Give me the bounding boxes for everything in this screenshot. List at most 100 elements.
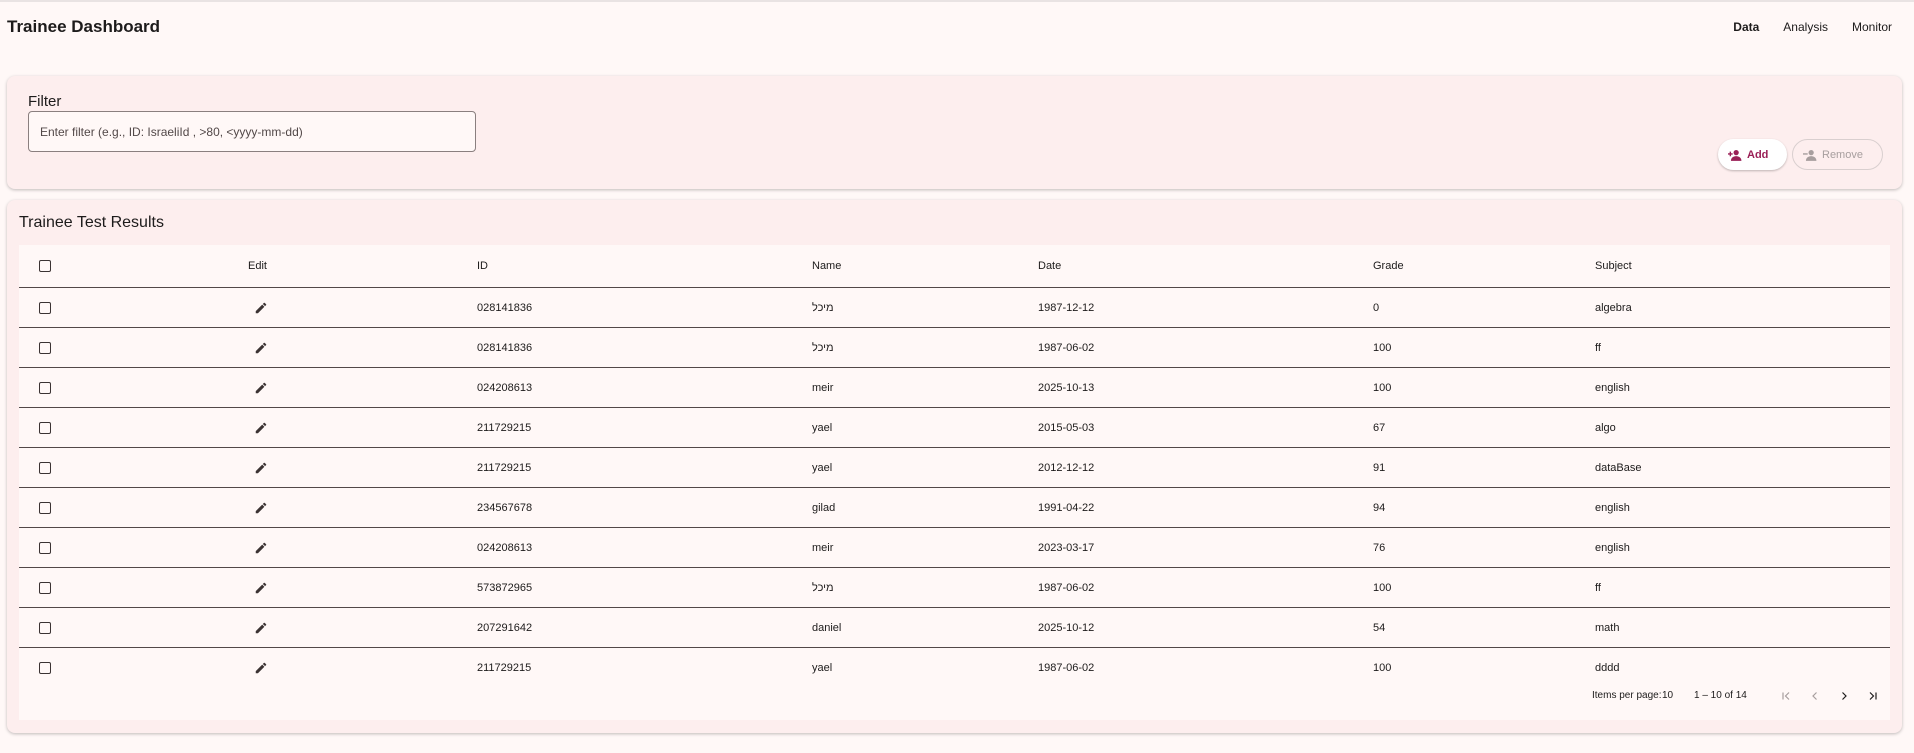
cell-name: yael <box>812 461 833 474</box>
cell-name: meir <box>812 381 834 394</box>
main-nav: Data Analysis Monitor <box>1723 12 1902 42</box>
cell-grade: 100 <box>1373 381 1392 394</box>
row-checkbox[interactable] <box>39 541 51 554</box>
person-add-icon <box>1728 149 1742 161</box>
column-header-name[interactable]: Name <box>812 245 1038 288</box>
table-row[interactable]: 024208613 meir 2023-03-17 76 english <box>19 527 1890 568</box>
edit-icon[interactable] <box>254 461 268 475</box>
row-checkbox[interactable] <box>39 501 51 514</box>
cell-subject: algo <box>1595 421 1616 434</box>
row-edit-cell <box>248 288 477 328</box>
cell-date: 1991-04-22 <box>1038 501 1095 514</box>
cell-grade: 0 <box>1373 301 1380 314</box>
add-button[interactable]: Add <box>1718 139 1787 170</box>
cell-id: 211729215 <box>477 421 532 434</box>
table-row[interactable]: 028141836 מיכל 1987-12-12 0 algebra <box>19 287 1890 328</box>
row-checkbox[interactable] <box>39 341 51 354</box>
row-checkbox[interactable] <box>39 381 51 394</box>
column-header-grade[interactable]: Grade <box>1373 245 1595 288</box>
row-edit-cell <box>248 488 477 528</box>
last-page-button[interactable] <box>1864 687 1882 705</box>
column-header-id[interactable]: ID <box>477 245 812 288</box>
cell-name: meir <box>812 541 834 554</box>
row-edit-cell <box>248 528 477 568</box>
remove-button[interactable]: Remove <box>1792 139 1883 170</box>
cell-id: 573872965 <box>477 581 533 594</box>
table-row[interactable]: 024208613 meir 2025-10-13 100 english <box>19 367 1890 408</box>
cell-id: 028141836 <box>477 341 533 354</box>
items-per-page-select[interactable]: 10 <box>1662 690 1673 701</box>
previous-page-button[interactable] <box>1806 687 1824 705</box>
cell-subject: english <box>1595 381 1630 394</box>
cell-date: 2025-10-12 <box>1038 621 1095 634</box>
table-row[interactable]: 573872965 מיכל 1987-06-02 100 ff <box>19 567 1890 608</box>
row-select-cell <box>19 288 248 328</box>
app-title: Trainee Dashboard <box>7 17 161 36</box>
next-page-button[interactable] <box>1835 687 1853 705</box>
column-header-subject[interactable]: Subject <box>1595 245 1890 288</box>
edit-icon[interactable] <box>254 341 268 355</box>
cell-name: מיכל <box>812 301 834 314</box>
first-page-button[interactable] <box>1777 687 1795 705</box>
cell-grade: 54 <box>1373 621 1386 634</box>
paginator: Items per page: 10 1 – 10 of 14 <box>19 675 1890 720</box>
person-remove-icon <box>1803 149 1817 161</box>
row-edit-cell <box>248 608 477 648</box>
cell-date: 1987-06-02 <box>1038 581 1095 594</box>
cell-name: gilad <box>812 501 836 514</box>
cell-grade: 100 <box>1373 581 1392 594</box>
table-row[interactable]: 211729215 yael 2015-05-03 67 algo <box>19 407 1890 448</box>
cell-grade: 100 <box>1373 341 1392 354</box>
cell-name: מיכל <box>812 581 834 594</box>
edit-icon[interactable] <box>254 661 268 675</box>
table-row[interactable]: 028141836 מיכל 1987-06-02 100 ff <box>19 327 1890 368</box>
chevron-left-icon <box>1812 692 1817 700</box>
row-select-cell <box>19 448 248 488</box>
table-row[interactable]: 211729215 yael 2012-12-12 91 dataBase <box>19 447 1890 488</box>
cell-subject: dataBase <box>1595 461 1642 474</box>
add-button-label: Add <box>1747 148 1769 161</box>
edit-icon[interactable] <box>254 621 268 635</box>
results-table-wrap: Edit ID Name Date Grade Subject 02814183… <box>19 245 1890 720</box>
table-row[interactable]: 234567678 gilad 1991-04-22 94 english <box>19 487 1890 528</box>
results-card: Trainee Test Results Edit ID Name Date G… <box>7 200 1902 733</box>
row-select-cell <box>19 368 248 408</box>
row-checkbox[interactable] <box>39 461 51 474</box>
cell-subject: ff <box>1595 581 1601 594</box>
filter-label: Filter <box>28 93 62 110</box>
edit-icon[interactable] <box>254 541 268 555</box>
table-title: Trainee Test Results <box>19 214 164 231</box>
row-checkbox[interactable] <box>39 621 51 634</box>
row-select-cell <box>19 568 248 608</box>
edit-icon[interactable] <box>254 421 268 435</box>
row-checkbox[interactable] <box>39 581 51 594</box>
select-all-checkbox[interactable] <box>39 260 51 273</box>
remove-button-label: Remove <box>1822 148 1863 161</box>
row-checkbox[interactable] <box>39 301 51 314</box>
edit-icon[interactable] <box>254 381 268 395</box>
column-header-date[interactable]: Date <box>1038 245 1373 288</box>
cell-grade: 91 <box>1373 461 1386 474</box>
column-header-edit[interactable]: Edit <box>248 245 477 288</box>
table-row[interactable]: 207291642 daniel 2025-10-12 54 math <box>19 607 1890 648</box>
nav-analysis[interactable]: Analysis <box>1773 12 1838 42</box>
cell-date: 2012-12-12 <box>1038 461 1095 474</box>
cell-grade: 67 <box>1373 421 1386 434</box>
row-select-cell <box>19 488 248 528</box>
row-edit-cell <box>248 408 477 448</box>
row-edit-cell <box>248 368 477 408</box>
filter-input[interactable] <box>28 111 476 152</box>
edit-icon[interactable] <box>254 301 268 315</box>
cell-name: yael <box>812 421 833 434</box>
edit-icon[interactable] <box>254 501 268 515</box>
filter-card: Filter Add Remove <box>7 76 1902 189</box>
first-page-icon <box>1782 692 1790 700</box>
row-checkbox[interactable] <box>39 421 51 434</box>
nav-data[interactable]: Data <box>1723 12 1769 42</box>
select-all-cell <box>19 245 248 288</box>
cell-subject: english <box>1595 501 1630 514</box>
nav-monitor[interactable]: Monitor <box>1842 12 1902 42</box>
edit-icon[interactable] <box>254 581 268 595</box>
row-checkbox[interactable] <box>39 661 51 674</box>
row-edit-cell <box>248 448 477 488</box>
